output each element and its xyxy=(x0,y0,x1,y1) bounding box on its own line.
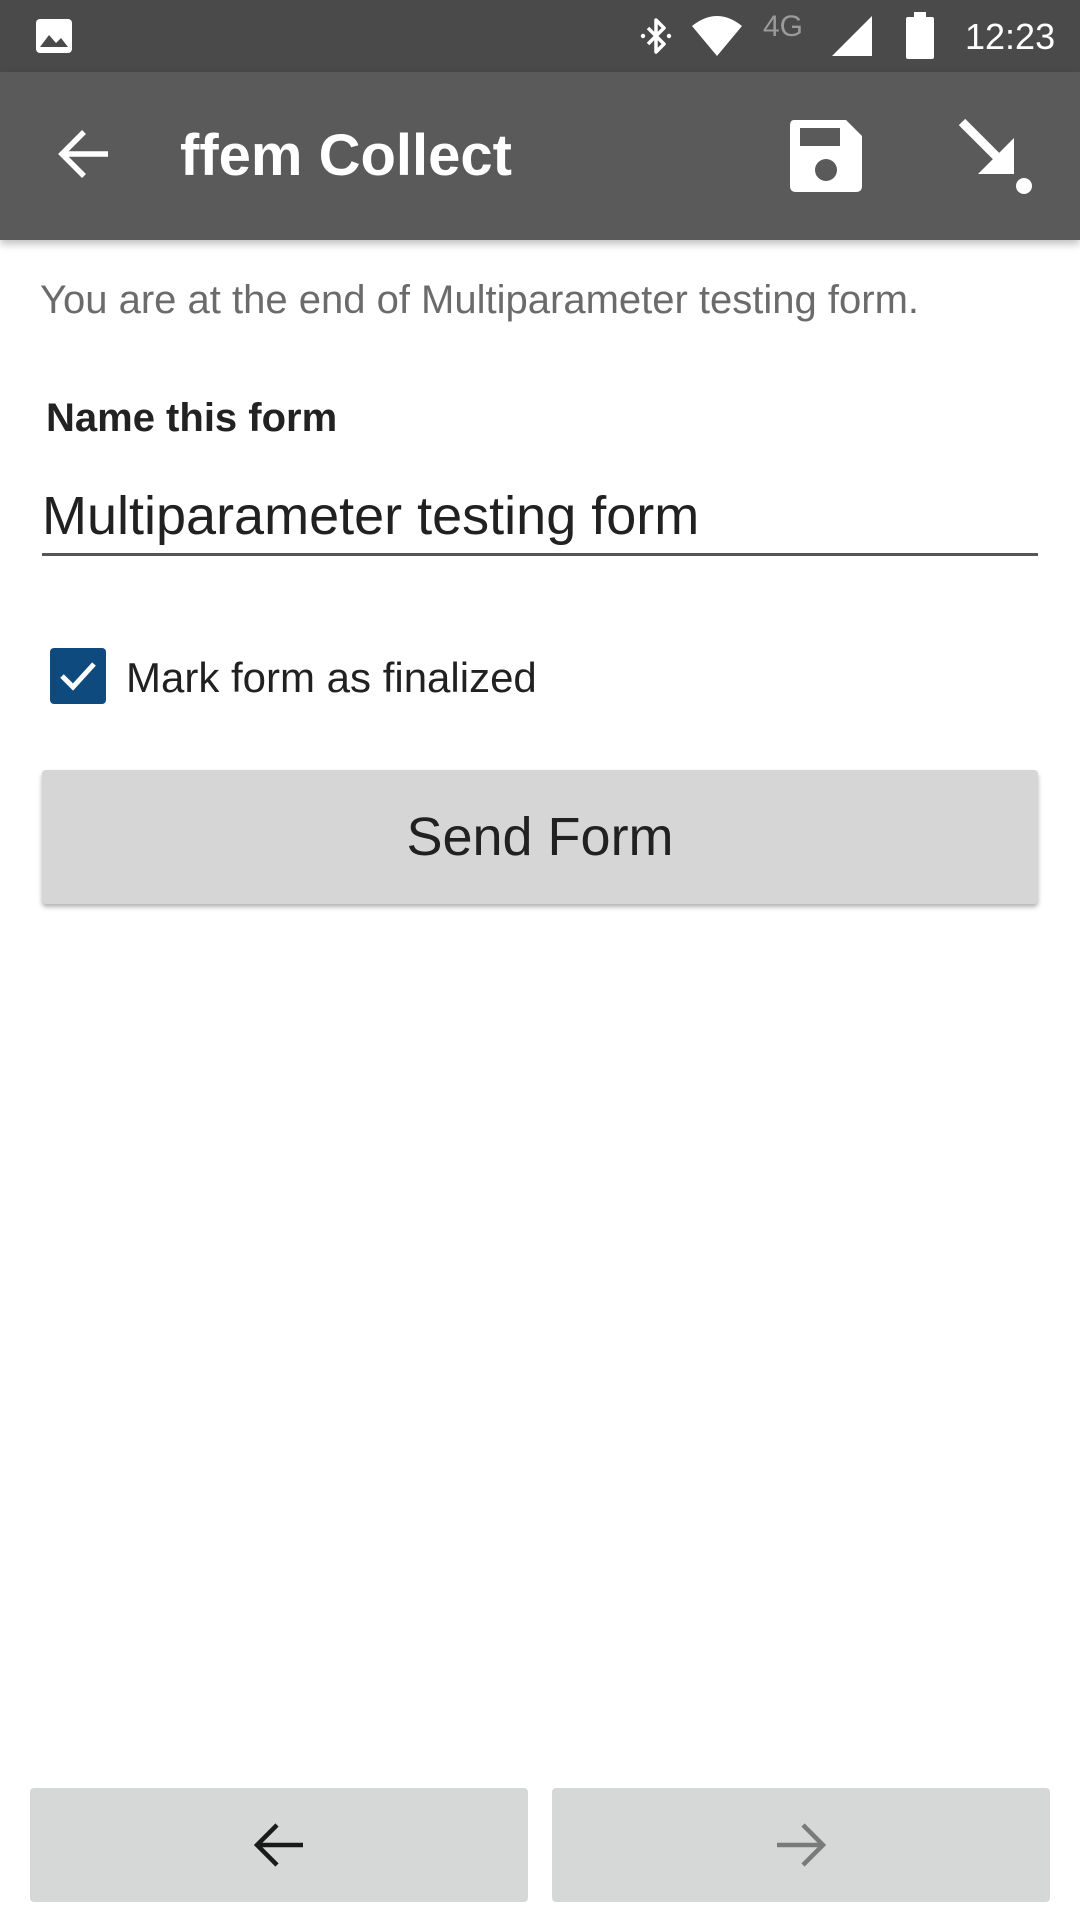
next-button[interactable] xyxy=(552,1788,1050,1902)
previous-button[interactable] xyxy=(30,1788,528,1902)
wifi-icon xyxy=(692,16,742,56)
bluetooth-icon xyxy=(640,18,672,54)
form-name-label: Name this form xyxy=(46,396,338,440)
signal-icon xyxy=(832,16,872,56)
arrow-right-icon xyxy=(777,1823,827,1867)
network-type-label: 4G xyxy=(763,10,804,43)
arrow-left-icon xyxy=(253,1823,303,1867)
status-clock: 12:23 xyxy=(965,16,1056,57)
form-end-screen: 4G 12:23 ffem Collect You are at the end… xyxy=(0,0,1080,1920)
save-icon[interactable] xyxy=(784,114,868,198)
end-of-form-message: You are at the end of Multiparameter tes… xyxy=(40,278,920,322)
back-arrow-icon[interactable] xyxy=(56,126,112,182)
status-bar: 4G 12:23 xyxy=(0,0,1080,72)
checkmark-icon xyxy=(60,662,96,691)
battery-icon xyxy=(906,12,934,59)
finalize-checkbox[interactable] xyxy=(50,648,106,704)
gallery-icon xyxy=(36,19,72,53)
jump-icon[interactable] xyxy=(954,114,1038,198)
app-title: ffem Collect xyxy=(180,123,512,188)
app-bar: ffem Collect xyxy=(0,72,1080,240)
form-name-input[interactable] xyxy=(42,478,1038,556)
finalize-label: Mark form as finalized xyxy=(126,654,537,701)
send-form-button[interactable]: Send Form xyxy=(42,770,1038,904)
